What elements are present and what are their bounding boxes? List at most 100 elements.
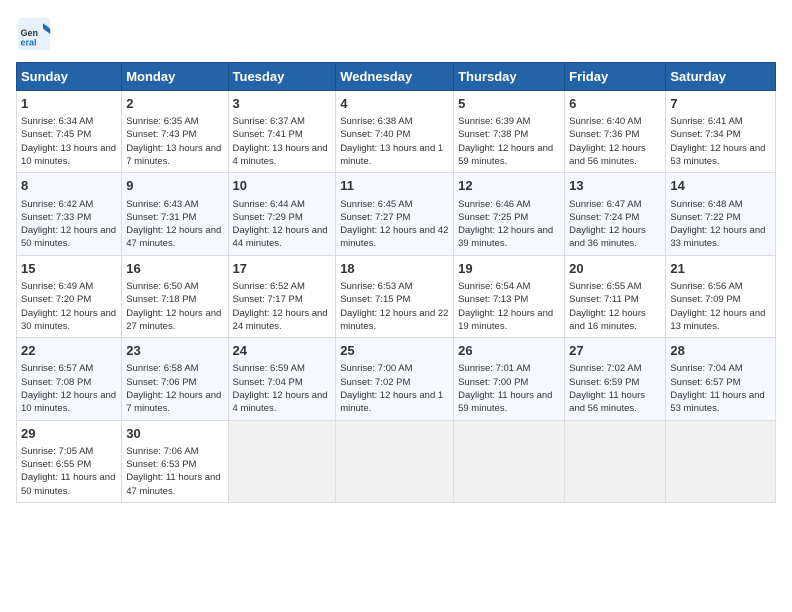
day-cell: 15 Sunrise: 6:49 AM Sunset: 7:20 PM Dayl…: [17, 255, 122, 337]
day-cell: 8 Sunrise: 6:42 AM Sunset: 7:33 PM Dayli…: [17, 173, 122, 255]
day-info: Sunrise: 6:44 AM Sunset: 7:29 PM Dayligh…: [233, 198, 332, 251]
page-header: Gen eral: [16, 16, 776, 52]
day-cell: 25 Sunrise: 7:00 AM Sunset: 7:02 PM Dayl…: [336, 338, 454, 420]
column-header-saturday: Saturday: [666, 63, 776, 91]
day-number: 19: [458, 260, 560, 278]
day-number: 16: [126, 260, 223, 278]
day-cell: [666, 420, 776, 502]
day-info: Sunrise: 6:49 AM Sunset: 7:20 PM Dayligh…: [21, 280, 117, 333]
week-row-2: 8 Sunrise: 6:42 AM Sunset: 7:33 PM Dayli…: [17, 173, 776, 255]
day-number: 15: [21, 260, 117, 278]
day-number: 8: [21, 177, 117, 195]
calendar-table: SundayMondayTuesdayWednesdayThursdayFrid…: [16, 62, 776, 503]
day-info: Sunrise: 6:50 AM Sunset: 7:18 PM Dayligh…: [126, 280, 223, 333]
logo: Gen eral: [16, 16, 58, 52]
day-number: 22: [21, 342, 117, 360]
day-cell: 26 Sunrise: 7:01 AM Sunset: 7:00 PM Dayl…: [454, 338, 565, 420]
day-info: Sunrise: 6:39 AM Sunset: 7:38 PM Dayligh…: [458, 115, 560, 168]
day-number: 14: [670, 177, 771, 195]
day-info: Sunrise: 6:35 AM Sunset: 7:43 PM Dayligh…: [126, 115, 223, 168]
day-info: Sunrise: 6:37 AM Sunset: 7:41 PM Dayligh…: [233, 115, 332, 168]
week-row-4: 22 Sunrise: 6:57 AM Sunset: 7:08 PM Dayl…: [17, 338, 776, 420]
day-info: Sunrise: 6:56 AM Sunset: 7:09 PM Dayligh…: [670, 280, 771, 333]
day-number: 28: [670, 342, 771, 360]
day-number: 18: [340, 260, 449, 278]
day-info: Sunrise: 7:04 AM Sunset: 6:57 PM Dayligh…: [670, 362, 771, 415]
calendar-body: 1 Sunrise: 6:34 AM Sunset: 7:45 PM Dayli…: [17, 91, 776, 503]
header-row: SundayMondayTuesdayWednesdayThursdayFrid…: [17, 63, 776, 91]
day-cell: 28 Sunrise: 7:04 AM Sunset: 6:57 PM Dayl…: [666, 338, 776, 420]
day-number: 6: [569, 95, 661, 113]
logo-icon: Gen eral: [16, 16, 52, 52]
column-header-wednesday: Wednesday: [336, 63, 454, 91]
week-row-1: 1 Sunrise: 6:34 AM Sunset: 7:45 PM Dayli…: [17, 91, 776, 173]
day-cell: 16 Sunrise: 6:50 AM Sunset: 7:18 PM Dayl…: [122, 255, 228, 337]
column-header-thursday: Thursday: [454, 63, 565, 91]
day-info: Sunrise: 6:38 AM Sunset: 7:40 PM Dayligh…: [340, 115, 449, 168]
day-cell: 24 Sunrise: 6:59 AM Sunset: 7:04 PM Dayl…: [228, 338, 336, 420]
day-number: 3: [233, 95, 332, 113]
day-info: Sunrise: 6:34 AM Sunset: 7:45 PM Dayligh…: [21, 115, 117, 168]
day-cell: 10 Sunrise: 6:44 AM Sunset: 7:29 PM Dayl…: [228, 173, 336, 255]
day-info: Sunrise: 6:53 AM Sunset: 7:15 PM Dayligh…: [340, 280, 449, 333]
day-info: Sunrise: 7:02 AM Sunset: 6:59 PM Dayligh…: [569, 362, 661, 415]
day-info: Sunrise: 6:54 AM Sunset: 7:13 PM Dayligh…: [458, 280, 560, 333]
column-header-friday: Friday: [565, 63, 666, 91]
day-cell: 4 Sunrise: 6:38 AM Sunset: 7:40 PM Dayli…: [336, 91, 454, 173]
day-cell: 22 Sunrise: 6:57 AM Sunset: 7:08 PM Dayl…: [17, 338, 122, 420]
day-info: Sunrise: 6:40 AM Sunset: 7:36 PM Dayligh…: [569, 115, 661, 168]
calendar-header: SundayMondayTuesdayWednesdayThursdayFrid…: [17, 63, 776, 91]
day-number: 26: [458, 342, 560, 360]
day-cell: 2 Sunrise: 6:35 AM Sunset: 7:43 PM Dayli…: [122, 91, 228, 173]
day-info: Sunrise: 7:01 AM Sunset: 7:00 PM Dayligh…: [458, 362, 560, 415]
day-number: 29: [21, 425, 117, 443]
day-cell: [565, 420, 666, 502]
day-cell: 29 Sunrise: 7:05 AM Sunset: 6:55 PM Dayl…: [17, 420, 122, 502]
day-cell: 13 Sunrise: 6:47 AM Sunset: 7:24 PM Dayl…: [565, 173, 666, 255]
day-number: 25: [340, 342, 449, 360]
day-number: 7: [670, 95, 771, 113]
day-cell: 14 Sunrise: 6:48 AM Sunset: 7:22 PM Dayl…: [666, 173, 776, 255]
day-cell: 27 Sunrise: 7:02 AM Sunset: 6:59 PM Dayl…: [565, 338, 666, 420]
day-info: Sunrise: 6:55 AM Sunset: 7:11 PM Dayligh…: [569, 280, 661, 333]
day-number: 17: [233, 260, 332, 278]
day-cell: [336, 420, 454, 502]
day-info: Sunrise: 6:57 AM Sunset: 7:08 PM Dayligh…: [21, 362, 117, 415]
day-number: 4: [340, 95, 449, 113]
day-cell: [454, 420, 565, 502]
day-number: 24: [233, 342, 332, 360]
day-info: Sunrise: 6:46 AM Sunset: 7:25 PM Dayligh…: [458, 198, 560, 251]
day-number: 13: [569, 177, 661, 195]
day-cell: 5 Sunrise: 6:39 AM Sunset: 7:38 PM Dayli…: [454, 91, 565, 173]
day-info: Sunrise: 6:42 AM Sunset: 7:33 PM Dayligh…: [21, 198, 117, 251]
column-header-sunday: Sunday: [17, 63, 122, 91]
day-cell: 23 Sunrise: 6:58 AM Sunset: 7:06 PM Dayl…: [122, 338, 228, 420]
day-info: Sunrise: 6:52 AM Sunset: 7:17 PM Dayligh…: [233, 280, 332, 333]
week-row-5: 29 Sunrise: 7:05 AM Sunset: 6:55 PM Dayl…: [17, 420, 776, 502]
day-cell: 1 Sunrise: 6:34 AM Sunset: 7:45 PM Dayli…: [17, 91, 122, 173]
column-header-monday: Monday: [122, 63, 228, 91]
day-info: Sunrise: 6:58 AM Sunset: 7:06 PM Dayligh…: [126, 362, 223, 415]
day-cell: 9 Sunrise: 6:43 AM Sunset: 7:31 PM Dayli…: [122, 173, 228, 255]
day-number: 11: [340, 177, 449, 195]
day-cell: 19 Sunrise: 6:54 AM Sunset: 7:13 PM Dayl…: [454, 255, 565, 337]
day-number: 9: [126, 177, 223, 195]
day-cell: 20 Sunrise: 6:55 AM Sunset: 7:11 PM Dayl…: [565, 255, 666, 337]
day-number: 23: [126, 342, 223, 360]
day-cell: 12 Sunrise: 6:46 AM Sunset: 7:25 PM Dayl…: [454, 173, 565, 255]
day-number: 21: [670, 260, 771, 278]
day-number: 10: [233, 177, 332, 195]
day-cell: 6 Sunrise: 6:40 AM Sunset: 7:36 PM Dayli…: [565, 91, 666, 173]
day-cell: 3 Sunrise: 6:37 AM Sunset: 7:41 PM Dayli…: [228, 91, 336, 173]
day-number: 12: [458, 177, 560, 195]
svg-text:eral: eral: [21, 38, 37, 48]
day-cell: 11 Sunrise: 6:45 AM Sunset: 7:27 PM Dayl…: [336, 173, 454, 255]
day-info: Sunrise: 7:06 AM Sunset: 6:53 PM Dayligh…: [126, 445, 223, 498]
day-number: 20: [569, 260, 661, 278]
day-info: Sunrise: 6:45 AM Sunset: 7:27 PM Dayligh…: [340, 198, 449, 251]
day-info: Sunrise: 6:48 AM Sunset: 7:22 PM Dayligh…: [670, 198, 771, 251]
column-header-tuesday: Tuesday: [228, 63, 336, 91]
day-cell: 21 Sunrise: 6:56 AM Sunset: 7:09 PM Dayl…: [666, 255, 776, 337]
day-cell: 30 Sunrise: 7:06 AM Sunset: 6:53 PM Dayl…: [122, 420, 228, 502]
day-info: Sunrise: 6:43 AM Sunset: 7:31 PM Dayligh…: [126, 198, 223, 251]
